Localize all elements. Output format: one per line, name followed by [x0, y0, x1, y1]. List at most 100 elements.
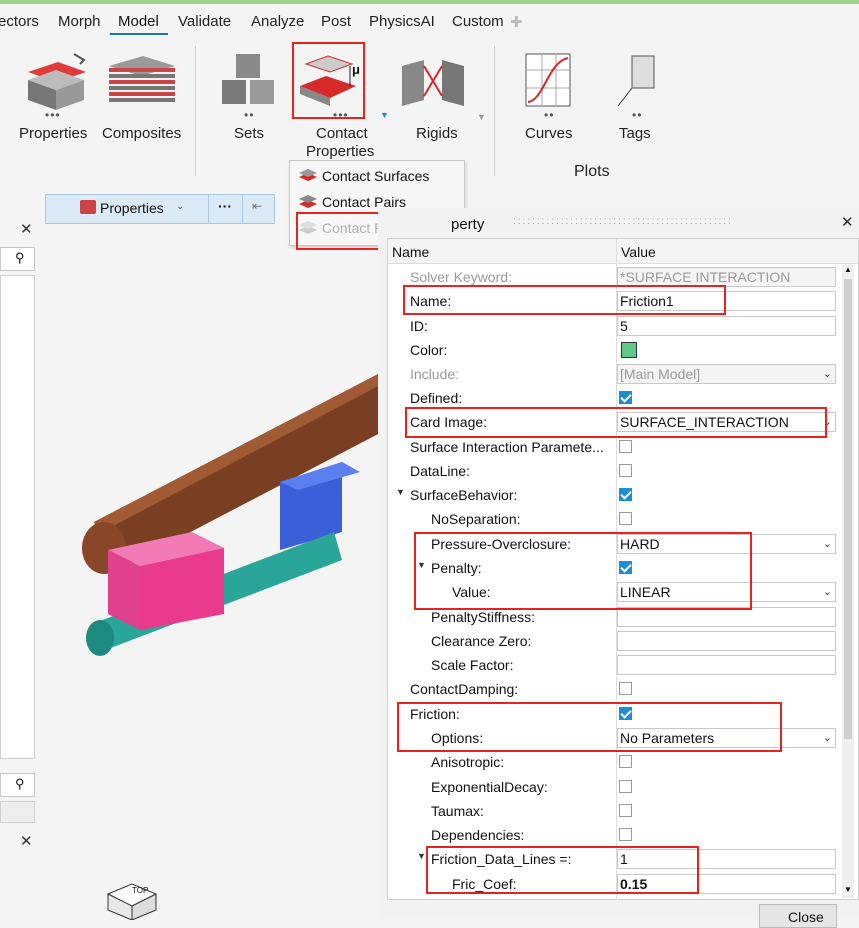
- scroll-up-icon[interactable]: ▲: [844, 265, 852, 274]
- panel-drag-handle[interactable]: ::::::::::::::::::::::::::::::::::::::::…: [513, 216, 733, 227]
- composites-ribbon-label[interactable]: Composites: [102, 125, 181, 142]
- model-viewport[interactable]: TOP: [42, 232, 382, 920]
- rigids-icon[interactable]: [402, 56, 466, 110]
- curves-ribbon-label[interactable]: Curves: [525, 125, 573, 142]
- curves-icon[interactable]: [524, 52, 574, 110]
- search-icon: ⚲: [15, 776, 25, 791]
- chevron-down-icon[interactable]: ⌄: [176, 201, 184, 212]
- tab-connectors[interactable]: ectors: [0, 13, 39, 30]
- rigids-ribbon-label[interactable]: Rigids: [416, 125, 458, 142]
- model-graphics: [82, 372, 382, 656]
- row-clearance-zero: Clearance Zero:: [388, 629, 842, 653]
- close-button[interactable]: Close: [759, 904, 837, 928]
- dependencies-checkbox[interactable]: [619, 828, 632, 841]
- id-field[interactable]: 5: [617, 316, 836, 336]
- scroll-thumb[interactable]: [844, 279, 852, 739]
- tab-validate[interactable]: Validate: [178, 13, 231, 30]
- ribbon-divider: [494, 46, 495, 176]
- defined-checkbox[interactable]: [619, 391, 632, 404]
- row-surface-behavior: ▼ SurfaceBehavior:: [388, 483, 842, 507]
- tab-physicsai[interactable]: PhysicsAI: [369, 13, 435, 30]
- more-options-button[interactable]: ···: [218, 198, 232, 214]
- tab-model[interactable]: Model: [118, 13, 159, 30]
- properties-ribbon-label[interactable]: Properties: [19, 125, 87, 142]
- card-image-select[interactable]: SURFACE_INTERACTION ⌄: [617, 412, 836, 432]
- tree-list[interactable]: [0, 275, 35, 759]
- pressure-overclosure-select[interactable]: HARD ⌄: [617, 534, 836, 554]
- grid-header: Name Value: [388, 239, 858, 264]
- row-fric-coef: Fric_Coef: 0.15: [388, 872, 842, 896]
- contact-label-line2[interactable]: Properties: [306, 143, 374, 160]
- tab-analyze[interactable]: Analyze: [251, 13, 304, 30]
- surface-behavior-checkbox[interactable]: [619, 488, 632, 501]
- name-field[interactable]: Friction1: [617, 291, 836, 311]
- close-icon[interactable]: ✕: [841, 213, 854, 231]
- dataline-checkbox[interactable]: [619, 464, 632, 477]
- color-swatch[interactable]: [621, 342, 637, 358]
- mu-symbol: μ: [352, 62, 360, 77]
- row-friction-options: Options: No Parameters ⌄: [388, 726, 842, 750]
- sets-icon[interactable]: [220, 52, 282, 110]
- rigids-dropdown-arrow-icon[interactable]: ▼: [477, 112, 486, 122]
- include-select[interactable]: [Main Model] ⌄: [617, 364, 836, 384]
- contact-surfaces-icon: [299, 169, 317, 181]
- composites-icon[interactable]: [107, 54, 177, 112]
- row-contact-damping: ContactDamping:: [388, 677, 842, 701]
- add-tab-icon[interactable]: ✚: [510, 13, 523, 31]
- penalty-value-select[interactable]: LINEAR ⌄: [617, 582, 836, 602]
- friction-data-lines-field[interactable]: 1: [617, 849, 836, 869]
- collapse-panel-icon[interactable]: ⇤: [252, 199, 262, 213]
- no-separation-checkbox[interactable]: [619, 512, 632, 525]
- row-card-image: Card Image: SURFACE_INTERACTION ⌄: [388, 410, 842, 434]
- scroll-down-icon[interactable]: ▼: [844, 885, 852, 894]
- search-input-2[interactable]: ⚲: [0, 773, 35, 797]
- expand-triangle-icon[interactable]: ▼: [417, 851, 426, 861]
- friction-options-select[interactable]: No Parameters ⌄: [617, 728, 836, 748]
- contact-label-line1[interactable]: Contact: [316, 125, 368, 142]
- column-header-name: Name: [392, 244, 430, 260]
- expand-triangle-icon[interactable]: ▼: [417, 560, 426, 570]
- tab-custom[interactable]: Custom: [452, 13, 504, 30]
- properties-icon[interactable]: [24, 50, 92, 112]
- tab-post[interactable]: Post: [321, 13, 351, 30]
- sets-ribbon-label[interactable]: Sets: [234, 125, 264, 142]
- surface-interaction-parameters-checkbox[interactable]: [619, 440, 632, 453]
- clearance-zero-field[interactable]: [617, 631, 836, 651]
- exponential-decay-checkbox[interactable]: [619, 780, 632, 793]
- contact-damping-checkbox[interactable]: [619, 682, 632, 695]
- close-icon[interactable]: ✕: [20, 832, 33, 850]
- taumax-checkbox[interactable]: [619, 804, 632, 817]
- column-header-value: Value: [621, 244, 656, 260]
- close-icon[interactable]: ✕: [20, 220, 33, 238]
- expand-triangle-icon[interactable]: ▼: [396, 487, 405, 497]
- row-pressure-overclosure: Pressure-Overclosure: HARD ⌄: [388, 532, 842, 556]
- tags-ribbon-label[interactable]: Tags: [619, 125, 651, 142]
- tags-icon[interactable]: [614, 52, 664, 110]
- row-color: Color:: [388, 338, 842, 362]
- anisotropic-checkbox[interactable]: [619, 755, 632, 768]
- contact-properties-icon[interactable]: [296, 46, 364, 114]
- penalty-stiffness-field[interactable]: [617, 607, 836, 627]
- ribbon-divider: [195, 46, 196, 176]
- contact-dropdown-arrow-icon[interactable]: ▼: [380, 110, 389, 120]
- search-input[interactable]: ⚲: [0, 247, 35, 271]
- friction-checkbox[interactable]: [619, 707, 632, 720]
- fric-coef-field[interactable]: 0.15: [617, 874, 836, 894]
- top-accent-strip: [0, 0, 859, 4]
- active-tab-underline: [110, 33, 168, 35]
- scale-factor-field[interactable]: [617, 655, 836, 675]
- menu-item-contact-surfaces[interactable]: Contact Surfaces: [290, 163, 462, 189]
- properties-dropdown[interactable]: Properties: [100, 200, 164, 216]
- panel-title: perty: [451, 216, 485, 233]
- left-panel: ✕ ⚲ ⚲ ✕: [0, 215, 40, 919]
- row-defined: Defined:: [388, 386, 842, 410]
- row-penalty-stiffness: PenaltyStiffness:: [388, 605, 842, 629]
- penalty-checkbox[interactable]: [619, 561, 632, 574]
- view-cube-label: TOP: [132, 886, 149, 895]
- row-include: Include: [Main Model] ⌄: [388, 362, 842, 386]
- tab-morph[interactable]: Morph: [58, 13, 101, 30]
- properties-small-icon: [80, 200, 96, 214]
- property-grid-scrollbar[interactable]: ▲ ▼: [842, 265, 854, 898]
- property-grid: Name Value Solver Keyword: *SURFACE INTE…: [387, 238, 859, 900]
- row-surface-interaction-parameters: Surface Interaction Paramete...: [388, 435, 842, 459]
